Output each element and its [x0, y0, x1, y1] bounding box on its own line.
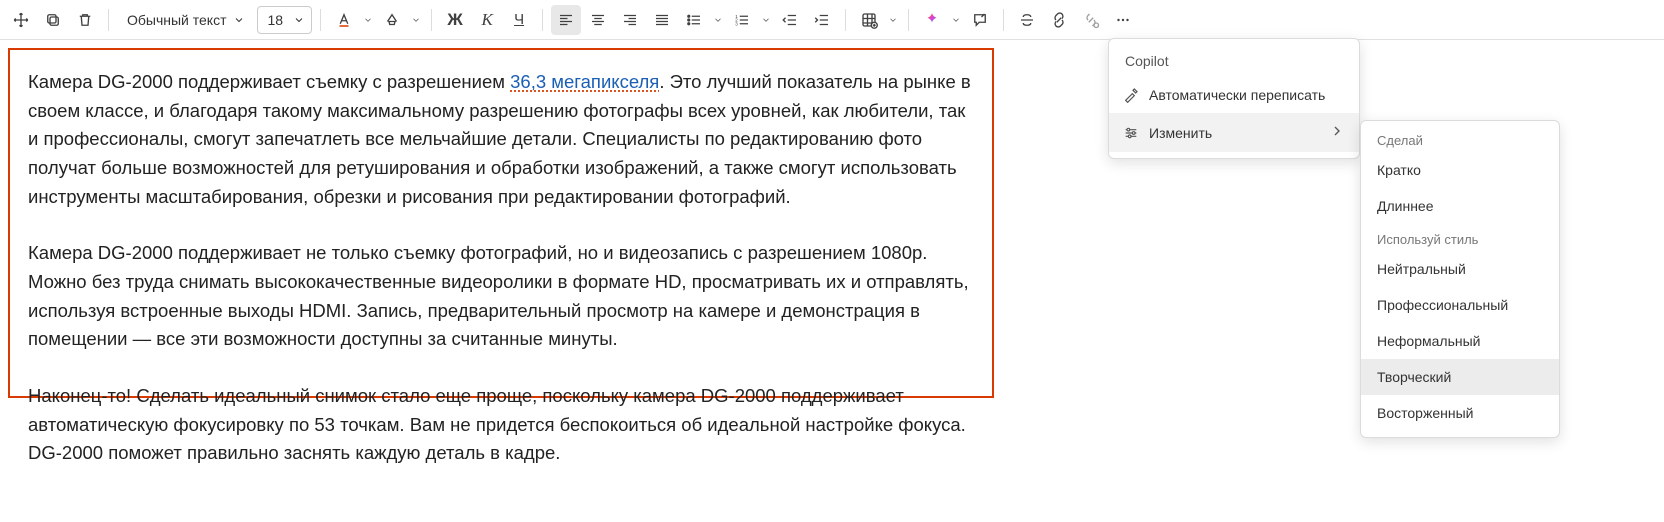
more-button[interactable]	[1108, 5, 1138, 35]
italic-button[interactable]: К	[472, 5, 502, 35]
strikethrough-button[interactable]	[1012, 5, 1042, 35]
submenu-item-long[interactable]: Длиннее	[1361, 188, 1559, 224]
delete-icon[interactable]	[70, 5, 100, 35]
spellcheck-marked-text[interactable]: 36,3 мегапикселя	[510, 71, 659, 92]
indent-button[interactable]	[807, 5, 837, 35]
document-text-frame[interactable]: Камера DG-2000 поддерживает съемку с раз…	[8, 48, 994, 398]
paragraph-2: Камера DG-2000 поддерживает не только съ…	[28, 239, 974, 354]
table-chevron[interactable]	[886, 15, 900, 25]
bullet-list-chevron[interactable]	[711, 15, 725, 25]
wand-icon	[1123, 87, 1139, 103]
align-justify-button[interactable]	[647, 5, 677, 35]
sliders-icon	[1123, 125, 1139, 141]
separator	[108, 9, 109, 31]
separator	[908, 9, 909, 31]
unlink-button[interactable]	[1076, 5, 1106, 35]
move-icon[interactable]	[6, 5, 36, 35]
align-center-button[interactable]	[583, 5, 613, 35]
submenu-section-style: Используй стиль	[1361, 224, 1559, 251]
font-color-chevron[interactable]	[361, 15, 375, 25]
submenu-item-short[interactable]: Кратко	[1361, 152, 1559, 188]
separator	[320, 9, 321, 31]
align-left-button[interactable]	[551, 5, 581, 35]
paragraph-1: Камера DG-2000 поддерживает съемку с раз…	[28, 68, 974, 211]
submenu-item-enthusiastic[interactable]: Восторженный	[1361, 395, 1559, 431]
copilot-menu-header: Copilot	[1109, 45, 1359, 77]
bullet-list-button[interactable]	[679, 5, 709, 35]
paragraph-3: Наконец-то! Сделать идеальный снимок ста…	[28, 382, 974, 468]
submenu-item-creative[interactable]: Творческий	[1361, 359, 1559, 395]
svg-text:3: 3	[735, 21, 738, 26]
bold-button[interactable]: Ж	[440, 5, 470, 35]
copilot-adjust-item[interactable]: Изменить	[1109, 113, 1359, 152]
highlight-chevron[interactable]	[409, 15, 423, 25]
submenu-item-neutral[interactable]: Нейтральный	[1361, 251, 1559, 287]
align-right-button[interactable]	[615, 5, 645, 35]
separator	[542, 9, 543, 31]
numbered-list-button[interactable]: 123	[727, 5, 757, 35]
outdent-button[interactable]	[775, 5, 805, 35]
copilot-chevron[interactable]	[949, 15, 963, 25]
font-size-select[interactable]: 18	[257, 6, 313, 34]
separator	[845, 9, 846, 31]
underline-button[interactable]: Ч	[504, 5, 534, 35]
comment-button[interactable]	[965, 5, 995, 35]
font-color-button[interactable]	[329, 5, 359, 35]
table-button[interactable]	[854, 5, 884, 35]
copilot-context-menu: Copilot Автоматически переписать Изменит…	[1108, 38, 1360, 159]
link-button[interactable]	[1044, 5, 1074, 35]
formatting-toolbar: Обычный текст 18 Ж К Ч 123	[0, 0, 1664, 40]
chevron-right-icon	[1329, 123, 1345, 142]
submenu-section-make: Сделай	[1361, 125, 1559, 152]
paragraph-style-label: Обычный текст	[127, 12, 227, 28]
font-size-value: 18	[268, 12, 284, 28]
paragraph-style-select[interactable]: Обычный текст	[117, 5, 255, 35]
numbered-list-chevron[interactable]	[759, 15, 773, 25]
copilot-adjust-submenu: Сделай Кратко Длиннее Используй стиль Не…	[1360, 120, 1560, 438]
submenu-item-informal[interactable]: Неформальный	[1361, 323, 1559, 359]
separator	[1003, 9, 1004, 31]
copilot-auto-rewrite-item[interactable]: Автоматически переписать	[1109, 77, 1359, 113]
copilot-button[interactable]	[917, 5, 947, 35]
copy-icon[interactable]	[38, 5, 68, 35]
separator	[431, 9, 432, 31]
highlight-button[interactable]	[377, 5, 407, 35]
submenu-item-professional[interactable]: Профессиональный	[1361, 287, 1559, 323]
